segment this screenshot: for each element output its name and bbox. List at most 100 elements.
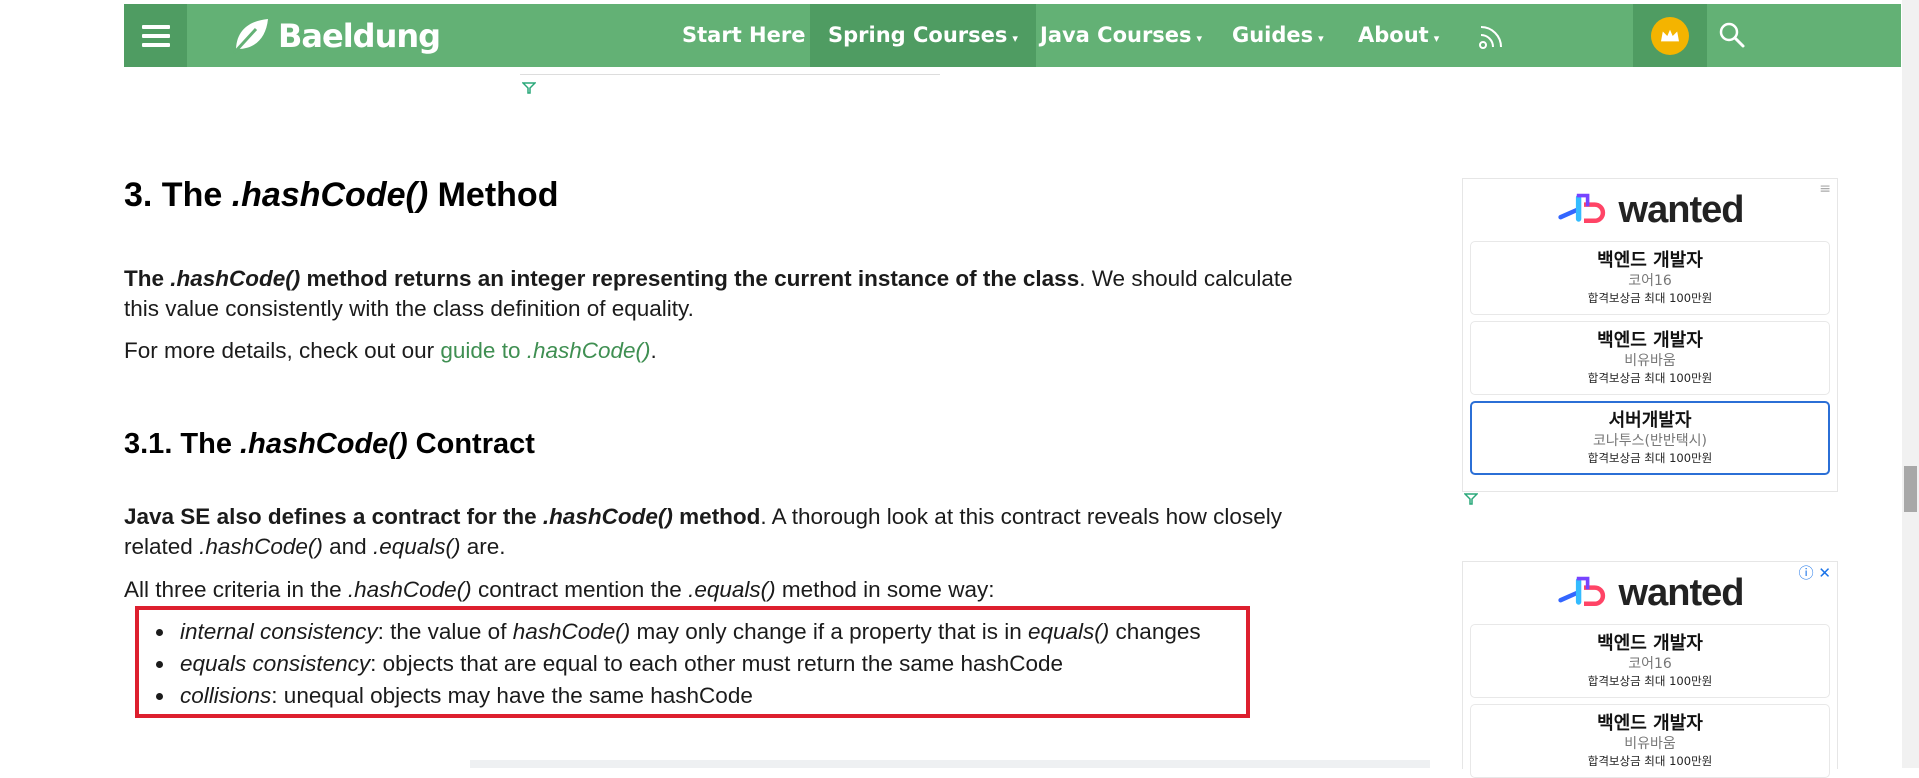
job-company: 비유바움: [1624, 353, 1676, 369]
list-item: collisions: unequal objects may have the…: [176, 680, 1201, 712]
inline-code: .hashCode(): [347, 577, 472, 602]
info-icon[interactable]: ⓘ: [1799, 564, 1814, 582]
chevron-down-icon: ▾: [1433, 32, 1440, 45]
heading-text: 3. The: [124, 176, 232, 214]
text: : objects that are equal to each other m…: [370, 651, 1064, 676]
rss-icon[interactable]: [1474, 18, 1510, 54]
nav-about[interactable]: About ▾: [1340, 4, 1457, 67]
brand-name: wanted: [1618, 188, 1745, 231]
subsection-heading: 3.1. The .hashCode() Contract: [124, 428, 535, 461]
text: changes: [1109, 619, 1201, 644]
text: may only change if a property that is in: [630, 619, 1028, 644]
wanted-brand: wanted: [1463, 562, 1837, 624]
text: Java SE also defines a contract for the: [124, 504, 543, 529]
job-reward: 합격보상금 최대 100만원: [1587, 291, 1713, 305]
wanted-logo-icon: [1557, 193, 1605, 224]
job-title: 백엔드 개발자: [1597, 633, 1703, 654]
inline-code: equals(): [1028, 619, 1110, 644]
job-title: 백엔드 개발자: [1597, 330, 1703, 351]
sidebar-ad-2[interactable]: ⓘ ✕ wanted 백엔드 개발자 코어16 합격보상금 최대 100만원 백…: [1462, 561, 1838, 778]
nav-label: Start Here: [682, 23, 806, 47]
inline-code: hashCode(): [512, 619, 631, 644]
nav-guides[interactable]: Guides ▾: [1214, 4, 1342, 67]
heading-code: .hashCode(): [240, 428, 408, 460]
ad-menu-icon[interactable]: ≡: [1819, 181, 1831, 197]
heading-text: 3.1. The: [124, 428, 241, 460]
job-reward: 합격보상금 최대 100만원: [1587, 754, 1713, 768]
job-reward: 합격보상금 최대 100만원: [1587, 674, 1713, 688]
ad-flag-icon[interactable]: [522, 82, 536, 94]
top-navigation-bar: Baeldung Start Here Spring Courses ▾ Java…: [124, 4, 1901, 67]
wanted-brand: wanted: [1463, 179, 1837, 241]
menu-icon: [141, 24, 170, 47]
job-card[interactable]: 백엔드 개발자 코어16 합격보상금 최대 100만원: [1470, 241, 1830, 315]
text: and: [322, 534, 373, 559]
criterion-term: collisions: [180, 683, 272, 708]
nav-label: Spring Courses: [828, 23, 1008, 47]
ad-remnant: [520, 70, 940, 75]
text: method in some way:: [775, 577, 995, 602]
job-card[interactable]: 백엔드 개발자 비유바움 합격보상금 최대 100만원: [1470, 704, 1830, 778]
nav-label: About: [1358, 23, 1429, 47]
text: contract mention the: [471, 577, 689, 602]
criteria-list: internal consistency: the value of hashC…: [152, 616, 1201, 712]
job-company: 코어16: [1628, 273, 1672, 289]
heading-text: Method: [428, 176, 559, 214]
bold-statement: Java SE also defines a contract for the …: [124, 504, 760, 529]
nav-java-courses[interactable]: Java Courses ▾: [1022, 4, 1220, 67]
brand-name: Baeldung: [278, 17, 441, 55]
text: .: [650, 338, 657, 363]
job-company: 코어16: [1628, 656, 1672, 672]
job-card[interactable]: 백엔드 개발자 코어16 합격보상금 최대 100만원: [1470, 624, 1830, 698]
link-text: guide to: [440, 338, 527, 363]
paragraph-more-details: For more details, check out our guide to…: [124, 336, 657, 366]
job-company: 비유바움: [1624, 736, 1676, 752]
close-icon[interactable]: ✕: [1818, 564, 1831, 582]
text: The: [124, 266, 171, 291]
inline-code: .equals(): [372, 534, 461, 559]
paragraph-intro: The .hashCode() method returns an intege…: [124, 264, 1324, 324]
paragraph-criteria-intro: All three criteria in the .hashCode() co…: [124, 575, 994, 605]
crown-icon: [1651, 16, 1689, 55]
job-title: 서버개발자: [1608, 410, 1692, 431]
site-logo[interactable]: Baeldung: [230, 14, 441, 58]
hashcode-guide-link[interactable]: guide to .hashCode(): [440, 338, 650, 363]
brand-name: wanted: [1618, 571, 1745, 614]
job-reward: 합격보상금 최대 100만원: [1587, 371, 1713, 385]
scrollbar-thumb[interactable]: [1904, 466, 1917, 512]
nav-label: Java Courses: [1040, 23, 1192, 47]
inline-code: .equals(): [688, 577, 776, 602]
sidebar-ad-1[interactable]: ≡ wanted 백엔드 개발자 코어16 합격보상금 최대 100만원 백엔드…: [1462, 178, 1838, 492]
menu-button[interactable]: [124, 4, 187, 67]
page-scrollbar[interactable]: [1902, 0, 1919, 768]
ad-info-and-close-icons[interactable]: ⓘ ✕: [1799, 562, 1831, 583]
nav-start-here[interactable]: Start Here: [664, 4, 823, 67]
ad-flag-icon[interactable]: [1464, 493, 1478, 505]
nav-label: Guides: [1232, 23, 1314, 47]
inline-code: .hashCode(): [542, 504, 673, 529]
text: : unequal objects may have the same hash…: [271, 683, 753, 708]
text: All three criteria in the: [124, 577, 348, 602]
job-reward: 합격보상금 최대 100만원: [1587, 451, 1713, 465]
chevron-down-icon: ▾: [1196, 32, 1203, 45]
list-item: equals consistency: objects that are equ…: [176, 648, 1201, 680]
text: For more details, check out our: [124, 338, 441, 363]
text: : the value of: [377, 619, 513, 644]
link-code: .hashCode(): [526, 338, 651, 363]
text: method returns an integer representing t…: [300, 266, 1080, 291]
job-card-selected[interactable]: 서버개발자 코나투스(반반택시) 합격보상금 최대 100만원: [1470, 401, 1830, 475]
job-title: 백엔드 개발자: [1597, 713, 1703, 734]
inline-code: .hashCode(): [199, 534, 323, 559]
chevron-down-icon: ▾: [1012, 32, 1018, 45]
criterion-term: internal consistency: [180, 619, 378, 644]
premium-button[interactable]: [1633, 4, 1707, 67]
job-title: 백엔드 개발자: [1597, 250, 1703, 271]
search-icon[interactable]: [1714, 18, 1750, 54]
chevron-down-icon: ▾: [1318, 32, 1324, 45]
nav-spring-courses[interactable]: Spring Courses ▾: [810, 4, 1036, 67]
job-card[interactable]: 백엔드 개발자 비유바움 합격보상금 최대 100만원: [1470, 321, 1830, 395]
job-company: 코나투스(반반택시): [1593, 433, 1707, 449]
inline-code: .hashCode(): [170, 266, 301, 291]
bold-statement: The .hashCode() method returns an intege…: [124, 266, 1079, 291]
heading-text: Contract: [407, 428, 535, 460]
